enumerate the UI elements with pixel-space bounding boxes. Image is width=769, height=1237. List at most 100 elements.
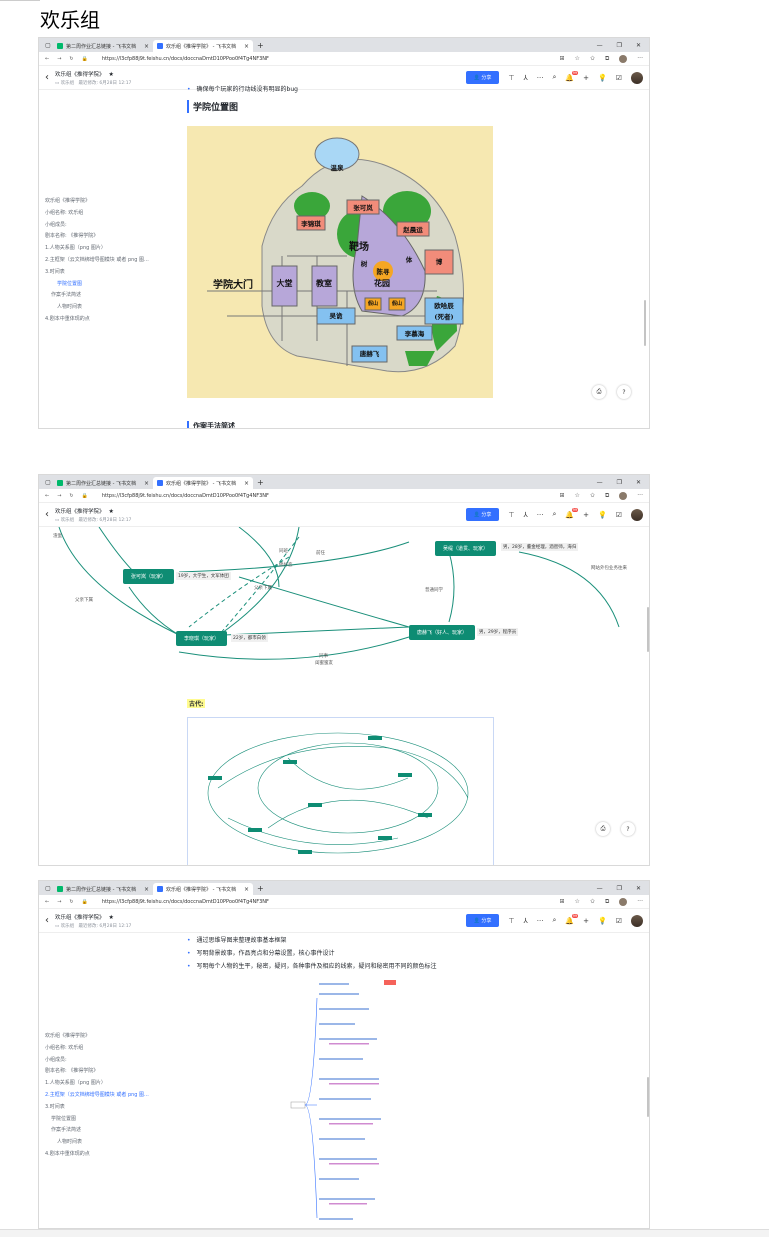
toc-item[interactable]: 1.人物关系图（png 图片） <box>45 1078 149 1090</box>
share-button[interactable]: 👤 分享 <box>465 508 500 521</box>
checkbox-icon[interactable]: ☑ <box>616 917 622 925</box>
restore-icon[interactable]: ❐ <box>617 885 622 892</box>
toc-item[interactable]: 2.主框架（云文档绑增导图模块 或者 png 图... <box>45 255 149 267</box>
search-icon[interactable]: ⌕ <box>552 916 556 925</box>
new-tab-icon[interactable]: + <box>257 41 264 50</box>
url-field[interactable]: https://l3cfp88j9t.feishu.cn/docs/doccna… <box>102 899 269 905</box>
mindmap-node-mei[interactable]: 吴缇（道贯、玩家） <box>435 541 497 556</box>
toc-item[interactable]: 人物时间表 <box>45 302 149 314</box>
toc-item[interactable]: 2.主框架（云文档绑增导图模块 或者 png 图... <box>45 1090 149 1102</box>
scrollbar[interactable] <box>647 1077 649 1117</box>
toc-item[interactable]: 作案手法简述 <box>45 290 149 302</box>
toc-item[interactable]: 欢乐组《推得学院》 <box>45 196 149 208</box>
refresh-icon[interactable]: ↻ <box>69 493 73 499</box>
minimize-icon[interactable]: — <box>597 885 603 892</box>
collections-icon[interactable]: ⧉ <box>605 898 609 906</box>
doc-owner[interactable]: 欢乐组 <box>61 81 75 86</box>
tab-weekly[interactable]: 第二周作业汇总链接 - 飞书文档 × <box>53 477 153 489</box>
apps-icon[interactable]: ⊞ <box>560 492 565 499</box>
bulb-icon[interactable]: 💡 <box>598 917 607 925</box>
tab-doc[interactable]: 欢乐组《推得学院》 - 飞书文档 × <box>153 883 253 895</box>
add-icon[interactable]: + <box>583 74 589 82</box>
toc-item[interactable]: 小组成员: <box>45 1055 149 1067</box>
tab-actions-icon[interactable]: ▢ <box>43 883 53 893</box>
refresh-icon[interactable]: ↻ <box>69 56 73 62</box>
favorite-add-icon[interactable]: ☆ <box>575 492 580 499</box>
bulb-icon[interactable]: 💡 <box>598 511 607 519</box>
profile-icon[interactable] <box>619 54 628 63</box>
tab-weekly[interactable]: 第二周作业汇总链接 - 飞书文档 × <box>53 40 153 52</box>
mindmap-node-tang[interactable]: 唐赫飞（好人、玩家） <box>409 625 476 640</box>
scrollbar[interactable] <box>644 300 646 346</box>
bell-icon[interactable]: 🔔 99 <box>565 507 579 519</box>
framework-mindmap[interactable] <box>289 978 409 1228</box>
favorite-add-icon[interactable]: ☆ <box>575 55 580 62</box>
branch-icon[interactable]: ⅄ <box>524 511 528 519</box>
toc-item[interactable]: 作案手法简述 <box>45 1125 149 1137</box>
toc-item[interactable]: 小组成员: <box>45 220 149 232</box>
tab-actions-icon[interactable]: ▢ <box>43 40 53 50</box>
search-icon[interactable]: ⌕ <box>552 510 556 519</box>
profile-icon[interactable] <box>619 897 628 906</box>
favorites-icon[interactable]: ✩ <box>590 492 595 499</box>
restore-icon[interactable]: ❐ <box>617 42 622 49</box>
avatar[interactable] <box>631 508 643 521</box>
toc-item[interactable]: 4.剧本中重体现的点 <box>45 314 149 326</box>
more-icon[interactable]: ··· <box>537 511 544 519</box>
more-icon[interactable]: ··· <box>537 917 544 925</box>
mindmap-embed[interactable] <box>187 717 494 865</box>
close-window-icon[interactable]: ✕ <box>636 42 641 49</box>
close-tab-icon[interactable]: × <box>144 43 149 50</box>
present-icon[interactable]: ⊤ <box>508 511 514 519</box>
minimize-icon[interactable]: — <box>597 42 603 49</box>
favorite-add-icon[interactable]: ☆ <box>575 898 580 905</box>
more-icon[interactable]: ··· <box>637 492 643 499</box>
toc-item[interactable]: 剧本名称: 《推得学院》 <box>45 231 149 243</box>
forward-nav-icon[interactable]: → <box>57 899 61 905</box>
favorites-icon[interactable]: ✩ <box>590 898 595 905</box>
doc-owner[interactable]: 欢乐组 <box>61 924 75 929</box>
close-tab-icon[interactable]: × <box>144 886 149 893</box>
help-button[interactable]: ? <box>617 385 631 399</box>
add-icon[interactable]: + <box>583 511 589 519</box>
back-icon[interactable]: ‹ <box>45 509 49 520</box>
apps-icon[interactable]: ⊞ <box>560 898 565 905</box>
close-tab-icon[interactable]: × <box>144 480 149 487</box>
outline-button[interactable]: ⎙ <box>592 385 606 399</box>
toc-item[interactable]: 小组名称: 欢乐组 <box>45 208 149 220</box>
branch-icon[interactable]: ⅄ <box>524 74 528 82</box>
forward-nav-icon[interactable]: → <box>57 493 61 499</box>
close-tab-icon[interactable]: × <box>244 43 249 50</box>
toc-item[interactable]: 人物时间表 <box>45 1137 149 1149</box>
collections-icon[interactable]: ⧉ <box>605 55 609 63</box>
checkbox-icon[interactable]: ☑ <box>616 74 622 82</box>
tab-weekly[interactable]: 第二周作业汇总链接 - 飞书文档 × <box>53 883 153 895</box>
toc-item[interactable]: 学院位置图 <box>45 279 149 291</box>
toc-item[interactable]: 小组名称: 欢乐组 <box>45 1043 149 1055</box>
mindmap-node-li[interactable]: 李晓琪（玩家） <box>176 631 228 646</box>
close-window-icon[interactable]: ✕ <box>636 479 641 486</box>
toc-item[interactable]: 3.时间表 <box>45 267 149 279</box>
close-window-icon[interactable]: ✕ <box>636 885 641 892</box>
more-icon[interactable]: ··· <box>637 898 643 905</box>
present-icon[interactable]: ⊤ <box>508 74 514 82</box>
url-field[interactable]: https://l3cfp88j9t.feishu.cn/docs/doccna… <box>102 56 269 62</box>
bulb-icon[interactable]: 💡 <box>598 74 607 82</box>
toc-item[interactable]: 4.剧本中重体现的点 <box>45 1149 149 1161</box>
toc-item[interactable]: 欢乐组《推得学院》 <box>45 1031 149 1043</box>
collections-icon[interactable]: ⧉ <box>605 492 609 500</box>
branch-icon[interactable]: ⅄ <box>524 917 528 925</box>
forward-nav-icon[interactable]: → <box>57 56 61 62</box>
toc-item[interactable]: 3.时间表 <box>45 1102 149 1114</box>
more-icon[interactable]: ··· <box>537 74 544 82</box>
close-tab-icon[interactable]: × <box>244 480 249 487</box>
help-button[interactable]: ? <box>621 822 635 836</box>
new-tab-icon[interactable]: + <box>257 884 264 893</box>
campus-map[interactable]: 温泉 张可岚 李锦琪 赵晨运 靶场 体 树 博 陈寻 学院大门 大堂 教室 花园… <box>187 126 493 398</box>
toc-item[interactable]: 剧本名称: 《推得学院》 <box>45 1066 149 1078</box>
tab-doc[interactable]: 欢乐组《推得学院》 - 飞书文档 × <box>153 40 253 52</box>
tab-actions-icon[interactable]: ▢ <box>43 477 53 487</box>
bell-icon[interactable]: 🔔 99 <box>565 913 579 925</box>
checkbox-icon[interactable]: ☑ <box>616 511 622 519</box>
apps-icon[interactable]: ⊞ <box>560 55 565 62</box>
